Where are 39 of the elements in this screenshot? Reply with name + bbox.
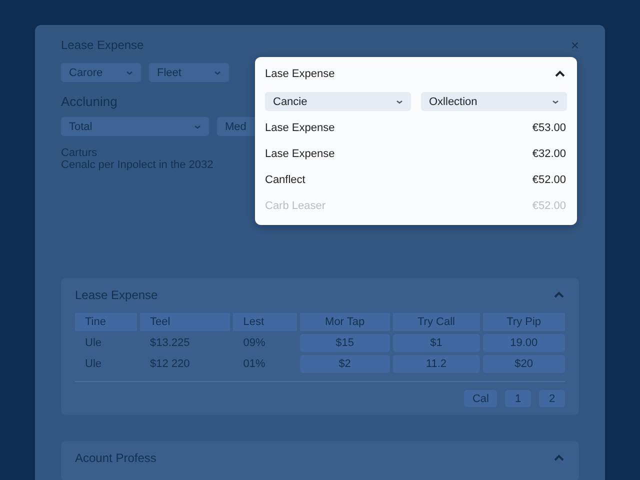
dropdown-select[interactable]: Carore xyxy=(61,63,141,82)
dropdown-select[interactable]: Oxllection xyxy=(421,92,567,111)
table-cell: $20 xyxy=(482,355,565,373)
close-button[interactable]: × xyxy=(570,37,579,53)
column-header: Mor Tap xyxy=(300,313,390,331)
table-cell-text: $12 220 xyxy=(148,357,191,372)
dropdown-title: Lase Expense xyxy=(265,68,335,80)
panel-title: Acount Profess xyxy=(75,451,156,465)
column-header: Try Call xyxy=(392,313,480,331)
column-header: Teel xyxy=(140,313,230,331)
dropdown-select[interactable]: Fleet xyxy=(149,63,229,82)
panel-title: Lease Expense xyxy=(75,288,158,302)
column-header: Tine xyxy=(75,313,137,331)
dropdown-select[interactable]: Total xyxy=(61,117,209,136)
pagination-button[interactable]: Cal xyxy=(464,390,497,407)
caret-down-icon xyxy=(552,100,559,104)
pagination-button[interactable]: 2 xyxy=(539,390,565,407)
table-cell: $1 xyxy=(392,334,480,352)
menu-item[interactable]: Lase Expense €32.00 xyxy=(265,141,566,167)
caret-down-icon xyxy=(396,100,403,104)
pagination-button[interactable]: 1 xyxy=(505,390,531,407)
table-cell-text: Ule xyxy=(84,336,103,351)
menu-item[interactable]: Canflect €52.00 xyxy=(265,167,566,193)
table-cell: $2 xyxy=(300,355,390,373)
table-cell-text: 09% xyxy=(242,336,266,351)
caret-down-icon xyxy=(126,70,133,74)
chevron-up-icon[interactable] xyxy=(554,70,566,78)
table-cell-text: $13.225 xyxy=(148,336,191,351)
column-header: Try Pip xyxy=(482,313,565,331)
table-cell-text: 01% xyxy=(242,357,266,372)
table-cell: 11.2 xyxy=(392,355,480,373)
dropdown-select[interactable]: Cancie xyxy=(265,92,411,111)
caret-down-icon xyxy=(214,70,221,74)
menu-item[interactable]: Lase Expense €53.00 xyxy=(265,115,566,141)
table-cell-text: Ule xyxy=(84,357,103,372)
column-header: Lest xyxy=(233,313,297,331)
table-cell: $15 xyxy=(300,334,390,352)
caret-down-icon xyxy=(194,124,201,128)
table-cell: 19.00 xyxy=(482,334,565,352)
